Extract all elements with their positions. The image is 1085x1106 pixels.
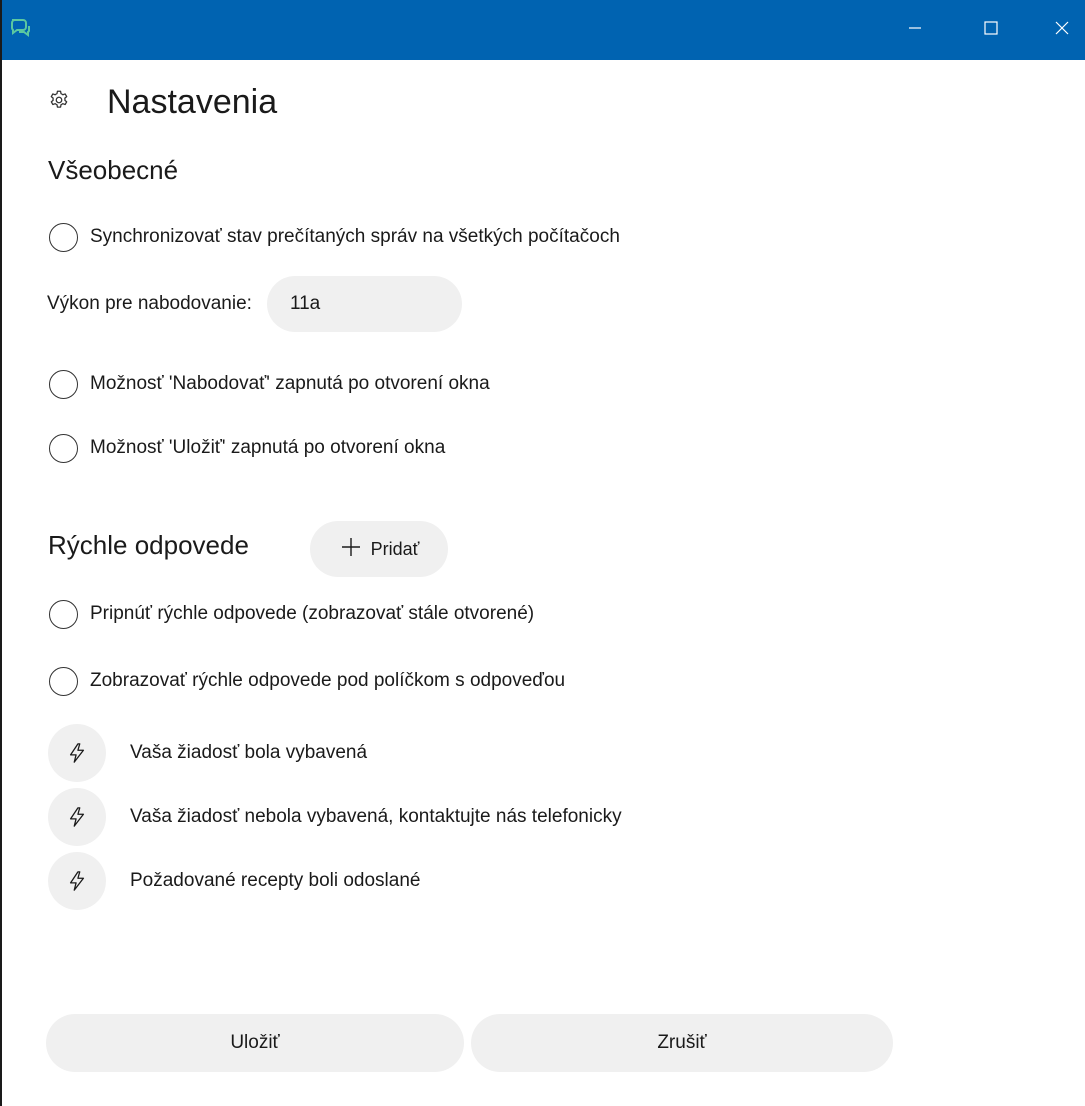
section-title-general: Všeobecné [48,155,179,185]
show-below-reply-label: Zobrazovať rýchle odpovede pod políčkom … [90,670,566,691]
add-quick-reply-button[interactable]: Pridať [310,521,448,577]
sync-read-status-radio[interactable] [49,222,78,252]
close-icon [1054,20,1070,41]
scoring-input[interactable] [266,276,462,332]
maximize-icon [983,20,999,41]
quick-reply-label: Požadované recepty boli odoslané [130,870,421,891]
save-on-open-label: Možnosť 'Uložiť' zapnutá po otvorení okn… [90,437,446,458]
quick-reply-item[interactable]: Vaša žiadosť nebola vybavená, kontaktujt… [48,788,622,846]
page-title: Nastavenia [107,82,278,121]
lightning-icon [48,852,106,910]
quick-reply-label: Vaša žiadosť nebola vybavená, kontaktujt… [130,806,622,827]
settings-content: Nastavenia Všeobecné Synchronizovať stav… [2,60,1085,1106]
gear-icon [48,89,70,116]
lightning-icon [48,724,106,782]
chat-bubbles-icon [9,16,31,38]
score-on-open-radio[interactable] [49,369,78,399]
pin-quick-replies-option[interactable]: Pripnúť rýchle odpovede (zobrazovať stál… [49,599,534,629]
close-button[interactable] [1029,0,1085,60]
show-below-reply-radio[interactable] [49,666,78,696]
plus-icon [339,535,363,564]
settings-window: Nastavenia Všeobecné Synchronizovať stav… [0,0,1085,1106]
quick-reply-item[interactable]: Vaša žiadosť bola vybavená [48,724,367,782]
quick-reply-label: Vaša žiadosť bola vybavená [130,742,368,763]
save-on-open-option[interactable]: Možnosť 'Uložiť' zapnutá po otvorení okn… [49,433,445,463]
sync-read-status-option[interactable]: Synchronizovať stav prečítaných správ na… [49,222,620,252]
pin-quick-replies-radio[interactable] [49,599,78,629]
save-on-open-radio[interactable] [49,433,78,463]
score-on-open-option[interactable]: Možnosť 'Nabodovať' zapnutá po otvorení … [49,369,490,399]
quick-reply-item[interactable]: Požadované recepty boli odoslané [48,852,420,910]
lightning-icon [48,788,106,846]
save-button[interactable]: Uložiť [46,1014,464,1072]
cancel-button[interactable]: Zrušiť [471,1014,893,1072]
score-on-open-label: Možnosť 'Nabodovať' zapnutá po otvorení … [90,373,490,394]
scoring-label: Výkon pre nabodovanie: [47,293,252,314]
scoring-field-row: Výkon pre nabodovanie: [47,276,462,332]
section-title-quick-replies: Rýchle odpovede [48,530,249,560]
add-quick-reply-label: Pridať [370,538,420,559]
minimize-icon [907,20,923,41]
show-below-reply-option[interactable]: Zobrazovať rýchle odpovede pod políčkom … [49,666,565,696]
title-bar [2,0,1085,60]
maximize-button[interactable] [958,0,1024,60]
pin-quick-replies-label: Pripnúť rýchle odpovede (zobrazovať stál… [90,603,535,624]
minimize-button[interactable] [882,0,948,60]
page-header: Nastavenia [48,82,277,122]
sync-read-status-label: Synchronizovať stav prečítaných správ na… [90,226,620,247]
